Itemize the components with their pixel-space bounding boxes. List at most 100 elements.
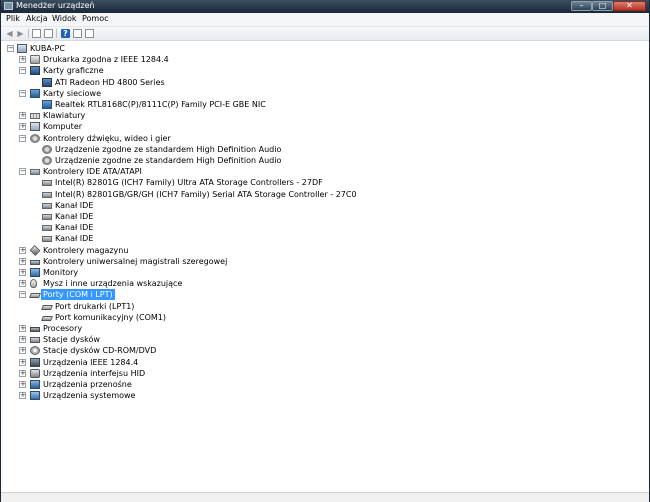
tree-device[interactable]: Port komunikacyjny (COM1)	[1, 312, 641, 323]
help-button[interactable]: ?	[61, 29, 70, 38]
device-manager-app-icon	[4, 2, 13, 10]
expand-icon[interactable]: +	[19, 280, 26, 287]
tree-category-label: Komputer	[43, 122, 83, 131]
tree-category[interactable]: + Mysz i inne urządzenia wskazujące	[1, 278, 641, 289]
expand-icon[interactable]: +	[19, 370, 26, 377]
processor-icon	[30, 327, 40, 332]
collapse-icon[interactable]: −	[19, 90, 26, 97]
tree-category-label: Mysz i inne urządzenia wskazujące	[43, 279, 183, 288]
ide-controller-icon	[42, 180, 52, 186]
menu-view[interactable]: Widok	[52, 14, 77, 23]
expand-icon[interactable]: +	[19, 392, 26, 399]
title-bar[interactable]: Menedżer urządzeń – □ ✕	[1, 0, 649, 13]
back-button[interactable]: ◀	[5, 29, 14, 38]
expand-icon[interactable]: +	[19, 258, 26, 265]
tree-device-label: Intel(R) 82801G (ICH7 Family) Ultra ATA …	[55, 178, 323, 187]
tree-category-label: Drukarka zgodna z IEEE 1284.4	[43, 55, 169, 64]
tree-category-label: Stacje dysków CD-ROM/DVD	[43, 346, 157, 355]
storage-controller-icon	[29, 245, 41, 256]
mouse-icon	[30, 279, 37, 288]
tree-root[interactable]: − KUBA-PC	[1, 43, 201, 54]
collapse-icon[interactable]: −	[19, 168, 26, 175]
tree-category[interactable]: − Kontrolery IDE ATA/ATAPI	[1, 166, 641, 177]
tree-category[interactable]: − Kontrolery dźwięku, wideo i gier	[1, 133, 641, 144]
tree-device[interactable]: Kanał IDE	[1, 233, 641, 244]
tree-device[interactable]: Realtek RTL8168C(P)/8111C(P) Family PCI-…	[1, 99, 641, 110]
speaker-icon	[30, 134, 40, 143]
tree-category-label: Kontrolery uniwersalnej magistrali szere…	[43, 257, 228, 266]
tree-device[interactable]: Port drukarki (LPT1)	[1, 301, 641, 312]
expand-icon[interactable]: +	[19, 336, 26, 343]
tree-category[interactable]: + Stacje dysków CD-ROM/DVD	[1, 345, 641, 356]
tree-device[interactable]: Urządzenie zgodne ze standardem High Def…	[1, 155, 641, 166]
tree-category-label: Monitory	[43, 268, 79, 277]
expand-icon[interactable]: +	[19, 359, 26, 366]
tree-device[interactable]: Urządzenie zgodne ze standardem High Def…	[1, 144, 641, 155]
tree-category[interactable]: + Monitory	[1, 267, 641, 278]
tree-category[interactable]: + Komputer	[1, 121, 641, 132]
device-tree[interactable]: − KUBA-PC + Drukarka zgodna z IEEE 1284.4…	[1, 41, 649, 493]
tree-category-label: Urządzenia systemowe	[43, 391, 136, 400]
menu-action[interactable]: Akcja	[26, 14, 48, 23]
network-adapter-icon	[30, 89, 40, 98]
forward-button[interactable]: ▶	[16, 29, 25, 38]
tree-category-label: Urządzenia interfejsu HID	[43, 369, 146, 378]
expand-icon[interactable]: +	[19, 112, 26, 119]
collapse-icon[interactable]: −	[7, 45, 14, 52]
expand-icon[interactable]: +	[19, 56, 26, 63]
cdrom-icon	[30, 346, 40, 355]
speaker-icon	[42, 145, 52, 154]
expand-icon[interactable]: +	[19, 247, 26, 254]
tree-device-label: Port komunikacyjny (COM1)	[55, 313, 167, 322]
toolbar: ◀ ▶ ?	[1, 27, 649, 41]
scan-hardware-button[interactable]	[73, 29, 82, 38]
tree-device[interactable]: Kanał IDE	[1, 222, 641, 233]
tree-category[interactable]: + Urządzenia interfejsu HID	[1, 368, 641, 379]
maximize-button[interactable]: □	[592, 1, 613, 11]
tree-device[interactable]: Intel(R) 82801G (ICH7 Family) Ultra ATA …	[1, 177, 641, 188]
minimize-button[interactable]: –	[571, 1, 592, 11]
properties-button[interactable]	[44, 29, 53, 38]
tree-category[interactable]: + Urządzenia systemowe	[1, 390, 641, 401]
tree-category-label: Procesory	[43, 324, 83, 333]
tree-category[interactable]: + Procesory	[1, 323, 641, 334]
collapse-icon[interactable]: −	[19, 135, 26, 142]
tree-category[interactable]: + Urządzenia IEEE 1284.4	[1, 357, 641, 368]
collapse-icon[interactable]: −	[19, 67, 26, 74]
port-icon	[41, 305, 53, 310]
expand-icon[interactable]: +	[19, 347, 26, 354]
menu-file[interactable]: Plik	[6, 14, 20, 23]
tree-category[interactable]: − Porty (COM i LPT)	[1, 289, 641, 300]
port-icon	[41, 316, 53, 321]
network-adapter-icon	[42, 100, 52, 109]
port-icon	[29, 293, 41, 298]
expand-icon[interactable]: +	[19, 381, 26, 388]
tree-category[interactable]: + Klawiatury	[1, 110, 641, 121]
tree-category[interactable]: + Kontrolery magazynu	[1, 245, 641, 256]
expand-icon[interactable]: +	[19, 325, 26, 332]
tree-category[interactable]: − Karty graficzne	[1, 65, 641, 76]
display-adapter-icon	[30, 66, 40, 75]
tree-category[interactable]: + Drukarka zgodna z IEEE 1284.4	[1, 54, 641, 65]
tree-device[interactable]: ATI Radeon HD 4800 Series	[1, 77, 641, 88]
tree-device-label: Port drukarki (LPT1)	[55, 302, 135, 311]
tree-root-label: KUBA-PC	[30, 44, 65, 53]
close-button[interactable]: ✕	[613, 1, 646, 11]
tree-category[interactable]: + Urządzenia przenośne	[1, 379, 641, 390]
tree-category[interactable]: − Karty sieciowe	[1, 88, 641, 99]
tree-category[interactable]: + Stacje dysków	[1, 334, 641, 345]
view-button[interactable]	[85, 29, 94, 38]
expand-icon[interactable]: +	[19, 269, 26, 276]
tree-device[interactable]: Intel(R) 82801GB/GR/GH (ICH7 Family) Ser…	[1, 189, 641, 200]
hid-icon	[30, 369, 40, 378]
expand-icon[interactable]: +	[19, 123, 26, 130]
ide-controller-icon	[42, 214, 52, 220]
tree-device[interactable]: Kanał IDE	[1, 211, 641, 222]
tree-device[interactable]: Kanał IDE	[1, 200, 641, 211]
tree-category-label: Porty (COM i LPT)	[41, 289, 115, 300]
show-hide-console-tree-button[interactable]	[32, 29, 41, 38]
collapse-icon[interactable]: −	[19, 291, 26, 298]
status-bar	[1, 492, 649, 502]
tree-category[interactable]: + Kontrolery uniwersalnej magistrali szer…	[1, 256, 641, 267]
menu-help[interactable]: Pomoc	[82, 14, 109, 23]
